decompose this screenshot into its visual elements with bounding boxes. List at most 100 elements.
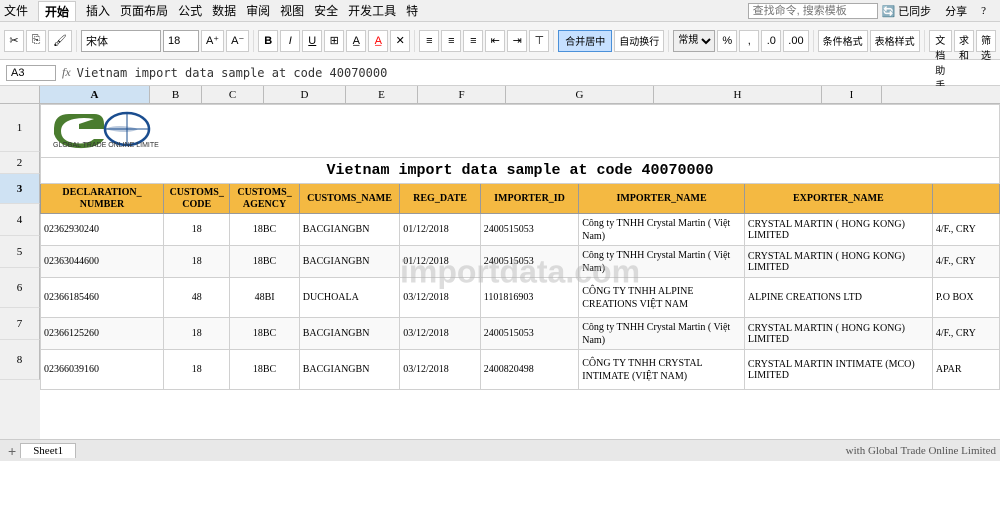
- formula-content: Vietnam import data sample at code 40070…: [77, 66, 388, 80]
- cell-cn-2: DUCHOALA: [299, 278, 400, 318]
- font-increase-btn[interactable]: A⁺: [201, 30, 224, 52]
- cell-iid-3: 2400515053: [480, 318, 578, 350]
- cell-rd-2: 03/12/2018: [400, 278, 481, 318]
- cell-cn-4: BACGIANGBN: [299, 350, 400, 390]
- font-decrease-btn[interactable]: A⁻: [226, 30, 249, 52]
- filter-btn[interactable]: 筛选: [976, 30, 996, 52]
- indent-decrease-btn[interactable]: ⇤: [485, 30, 505, 52]
- bold-btn[interactable]: B: [258, 30, 278, 52]
- row-header-8[interactable]: 8: [0, 340, 40, 380]
- row-header-2[interactable]: 2: [0, 152, 40, 174]
- grid-with-row-headers: 1 2 3 4 5 6 7 8 importdata.com: [0, 104, 1000, 439]
- font-size-input[interactable]: [163, 30, 199, 52]
- clear-btn[interactable]: ✕: [390, 30, 410, 52]
- decimal-inc-btn[interactable]: .0: [761, 30, 781, 52]
- row-header-6[interactable]: 6: [0, 268, 40, 308]
- col-header-D[interactable]: D: [264, 86, 346, 103]
- cell-en-2: ALPINE CREATIONS LTD: [744, 278, 932, 318]
- number-format-select[interactable]: 常規: [673, 30, 715, 52]
- menu-data[interactable]: 数据: [212, 2, 236, 19]
- row-header-1[interactable]: 1: [0, 104, 40, 152]
- th-reg-date: REG_DATE: [400, 184, 481, 214]
- row-header-3[interactable]: 3: [0, 174, 40, 204]
- style-group: B I U ⊞ A̲ A̲ ✕: [258, 30, 415, 52]
- align-left-btn[interactable]: ≡: [419, 30, 439, 52]
- col-header-H[interactable]: H: [654, 86, 822, 103]
- underline-btn[interactable]: U: [302, 30, 322, 52]
- sync-label: 🔄 已同步: [882, 3, 931, 19]
- sheet-tabs-bar: + Sheet1 with Global Trade Online Limite…: [0, 439, 1000, 461]
- menu-file[interactable]: 文件: [4, 2, 28, 19]
- italic-btn[interactable]: I: [280, 30, 300, 52]
- menu-view[interactable]: 视图: [280, 2, 304, 19]
- add-sheet-btn[interactable]: +: [4, 443, 20, 459]
- row-header-5[interactable]: 5: [0, 236, 40, 268]
- comma-btn[interactable]: ,: [739, 30, 759, 52]
- menu-start[interactable]: 开始: [38, 1, 76, 21]
- cell-ca-0: 18BC: [230, 214, 299, 246]
- align-right-btn[interactable]: ≡: [463, 30, 483, 52]
- title-cell: Vietnam import data sample at code 40070…: [41, 158, 1000, 184]
- cell-cn-1: BACGIANGBN: [299, 246, 400, 278]
- number-group: 常規 % , .0 .00: [673, 30, 813, 52]
- help-btn[interactable]: ?: [981, 5, 986, 17]
- percent-btn[interactable]: %: [717, 30, 737, 52]
- col-header-F[interactable]: F: [418, 86, 506, 103]
- cell-in-4: CÔNG TY TNHH CRYSTAL INTIMATE (VIỆT NAM): [579, 350, 745, 390]
- cell-reference[interactable]: [6, 65, 56, 81]
- row-header-7[interactable]: 7: [0, 308, 40, 340]
- th-exporter-name: EXPORTER_NAME: [744, 184, 932, 214]
- menu-dev[interactable]: 开发工具: [348, 2, 396, 19]
- col-header-E[interactable]: E: [346, 86, 418, 103]
- sum-btn[interactable]: 求和: [954, 30, 974, 52]
- copy-btn[interactable]: ⎘: [26, 30, 46, 52]
- col-header-G[interactable]: G: [506, 86, 654, 103]
- conditional-format-btn[interactable]: 条件格式: [818, 30, 868, 52]
- doc-help-btn[interactable]: 文档助手: [929, 30, 952, 52]
- indent-increase-btn[interactable]: ⇥: [507, 30, 527, 52]
- border-btn[interactable]: ⊞: [324, 30, 344, 52]
- cell-declaration-2: 02366185460: [41, 278, 164, 318]
- cell-in-1: Công ty TNHH Crystal Martin ( Việt Nam): [579, 246, 745, 278]
- menu-layout[interactable]: 页面布局: [120, 2, 168, 19]
- cell-ca-4: 18BC: [230, 350, 299, 390]
- cell-ext-1: 4/F., CRY: [932, 246, 999, 278]
- cell-ca-2: 48BI: [230, 278, 299, 318]
- cell-cc-1: 18: [164, 246, 230, 278]
- col-header-I[interactable]: I: [822, 86, 882, 103]
- table-format-btn[interactable]: 表格样式: [870, 30, 920, 52]
- table-header-row: DECLARATION_NUMBER CUSTOMS_CODE CUSTOMS_…: [41, 184, 1000, 214]
- merge-center-btn[interactable]: 合并居中: [558, 30, 612, 52]
- cell-rd-0: 01/12/2018: [400, 214, 481, 246]
- fill-color-btn[interactable]: A̲: [346, 30, 366, 52]
- cell-cn-3: BACGIANGBN: [299, 318, 400, 350]
- align-center-btn[interactable]: ≡: [441, 30, 461, 52]
- col-header-A[interactable]: A: [40, 86, 150, 103]
- sheet-tab-1[interactable]: Sheet1: [20, 443, 76, 458]
- menu-security[interactable]: 安全: [314, 2, 338, 19]
- menu-special[interactable]: 特: [406, 2, 418, 19]
- font-color-btn[interactable]: A̲: [368, 30, 388, 52]
- search-input[interactable]: [748, 3, 878, 19]
- format-copy-btn[interactable]: 🖌: [48, 30, 72, 52]
- cell-ca-1: 18BC: [230, 246, 299, 278]
- menu-review[interactable]: 审阅: [246, 2, 270, 19]
- decimal-dec-btn[interactable]: .00: [783, 30, 808, 52]
- col-header-B[interactable]: B: [150, 86, 202, 103]
- share-label[interactable]: 分享: [945, 3, 967, 19]
- col-header-C[interactable]: C: [202, 86, 264, 103]
- wrap-text-btn[interactable]: 自动换行: [614, 30, 664, 52]
- row-header-4[interactable]: 4: [0, 204, 40, 236]
- cell-iid-0: 2400515053: [480, 214, 578, 246]
- cell-en-1: CRYSTAL MARTIN ( HONG KONG) LIMITED: [744, 246, 932, 278]
- cell-declaration-0: 02362930240: [41, 214, 164, 246]
- menu-formula[interactable]: 公式: [178, 2, 202, 19]
- align-group: ≡ ≡ ≡ ⇤ ⇥ ⊤: [419, 30, 554, 52]
- cut-btn[interactable]: ✂: [4, 30, 24, 52]
- formula-bar: fx Vietnam import data sample at code 40…: [0, 60, 1000, 86]
- font-name-input[interactable]: [81, 30, 161, 52]
- menu-insert[interactable]: 插入: [86, 2, 110, 19]
- logo-svg: GLOBAL TRADE ONLINE LIMITED: [49, 109, 159, 149]
- vertical-align-btn[interactable]: ⊤: [529, 30, 549, 52]
- cell-cc-3: 18: [164, 318, 230, 350]
